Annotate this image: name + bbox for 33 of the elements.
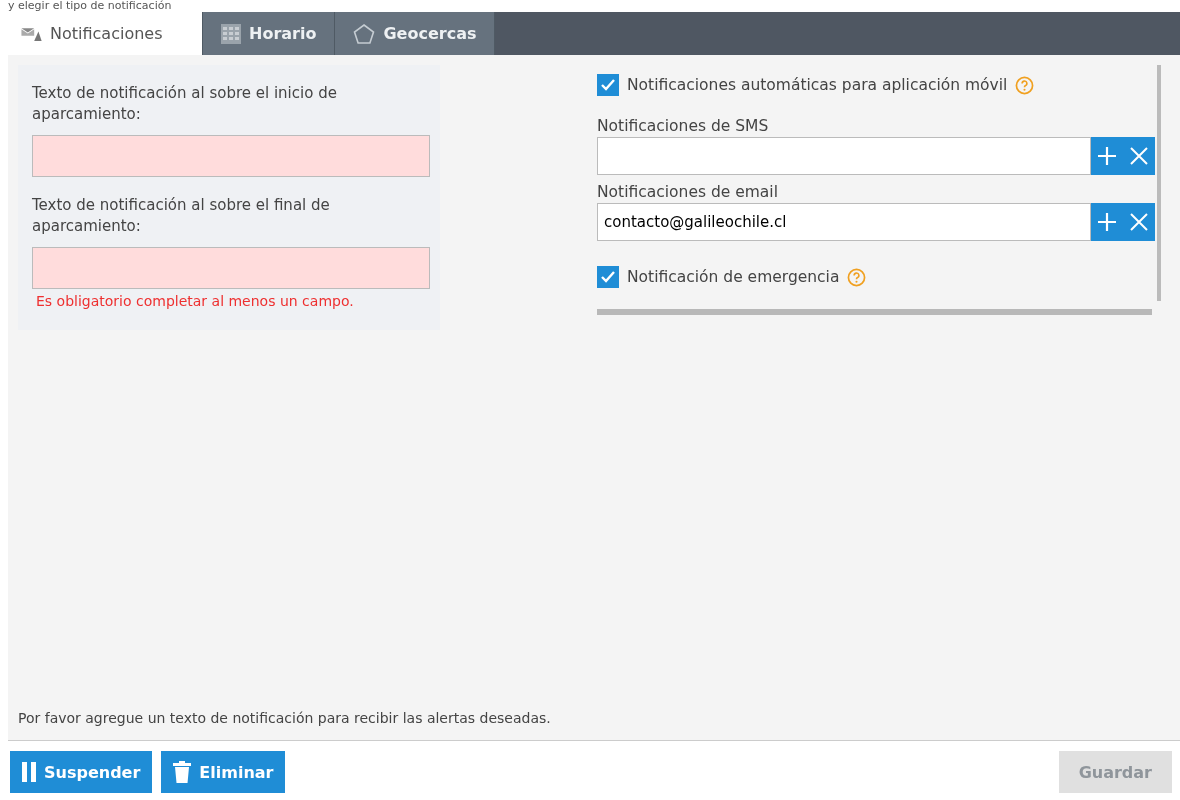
text-field[interactable] xyxy=(32,247,430,289)
scrollbar[interactable] xyxy=(1157,65,1161,301)
action-button[interactable]: Eliminar xyxy=(161,751,286,793)
field-label: Notificaciones de email xyxy=(597,182,779,203)
checkbox[interactable] xyxy=(597,266,619,288)
help-icon[interactable] xyxy=(847,267,867,287)
mail-icon xyxy=(20,25,42,42)
tab[interactable]: Geocercas xyxy=(335,12,496,55)
help-icon[interactable] xyxy=(1015,75,1035,95)
checkbox-label: Notificación de emergencia xyxy=(627,268,840,286)
pentagon-icon xyxy=(353,23,376,44)
error-message: Es obligatorio completar al menos un campo. xyxy=(35,293,355,309)
action-button[interactable]: Suspender xyxy=(10,751,153,793)
close-icon xyxy=(1129,212,1149,232)
plus-icon xyxy=(1097,212,1117,232)
input-field[interactable]: contacto@galileochile.cl xyxy=(597,203,1091,241)
text-field[interactable] xyxy=(32,135,430,177)
tab[interactable]: Notificaciones xyxy=(8,12,203,55)
field-label: Texto de notificación al sobre el inicio de aparcamiento: xyxy=(32,83,338,125)
field-label: Texto de notificación al sobre el final de aparcamiento: xyxy=(32,195,331,237)
trash-icon xyxy=(173,761,192,783)
field-label: Notificaciones de SMS xyxy=(597,116,770,137)
caption-text: y elegir el tipo de notificación xyxy=(7,0,173,12)
scrollbar[interactable] xyxy=(597,309,1152,315)
checkbox-label: Notificaciones automáticas para aplicación móvil xyxy=(627,76,1008,94)
calendar-grid-icon xyxy=(221,23,241,44)
input-field[interactable] xyxy=(597,137,1091,175)
plus-icon xyxy=(1097,146,1117,166)
hint-text: Por favor agregue un texto de notificación para recibir las alertas deseadas. xyxy=(17,710,552,728)
checkbox[interactable] xyxy=(597,74,619,96)
pause-icon xyxy=(22,762,36,782)
close-icon xyxy=(1129,146,1149,166)
tab[interactable]: Horario xyxy=(203,12,336,55)
